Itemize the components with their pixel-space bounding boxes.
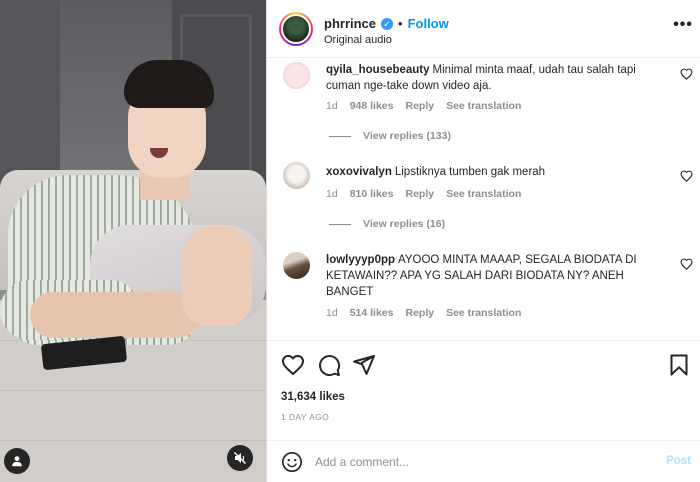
commenter-avatar[interactable]: [283, 62, 310, 89]
commenter-username[interactable]: qyila_housebeauty: [326, 64, 430, 76]
post-header: phrrince ✓ • Follow Original audio •••: [267, 0, 700, 58]
comment-body: xoxovivalyn Lipstiknya tumben gak merah: [326, 164, 658, 180]
person-forearm: [30, 292, 200, 338]
follow-button[interactable]: Follow: [408, 16, 449, 31]
post-actions: 31,634 likes 1 DAY AGO: [267, 340, 700, 432]
commenter-username[interactable]: lowlyyyp0pp: [326, 254, 395, 266]
reply-button[interactable]: Reply: [405, 307, 434, 319]
comment-likes-count[interactable]: 810 likes: [350, 188, 394, 200]
view-replies-button[interactable]: View replies (16): [329, 218, 445, 230]
post-comment-button[interactable]: Post: [666, 455, 691, 467]
author-username[interactable]: phrrince: [324, 16, 376, 31]
comment-time[interactable]: 1d: [326, 307, 338, 319]
more-options-icon[interactable]: •••: [673, 16, 693, 34]
comment-meta: 1d 514 likes Reply See translation: [326, 307, 521, 319]
comment-like-heart-icon[interactable]: [680, 170, 693, 182]
speaker-muted-icon: [234, 452, 246, 464]
comment-text: Lipstiknya tumben gak merah: [394, 166, 546, 178]
comment-meta: 1d 948 likes Reply See translation: [326, 100, 521, 112]
post-detail-panel: phrrince ✓ • Follow Original audio ••• q…: [266, 0, 700, 482]
comment-body: lowlyyyp0pp AYOOO MINTA MAAAP, SEGALA BIO…: [326, 252, 658, 300]
replies-divider-line: [329, 135, 351, 137]
person-hair: [124, 60, 214, 108]
post-timestamp[interactable]: 1 DAY AGO: [281, 412, 329, 422]
comment-likes-count[interactable]: 514 likes: [350, 307, 394, 319]
audio-link[interactable]: Original audio: [324, 34, 392, 46]
comment-composer: Post: [267, 440, 700, 482]
share-paper-plane-icon[interactable]: [352, 353, 376, 377]
commenter-username[interactable]: xoxovivalyn: [326, 166, 392, 178]
mute-toggle-button[interactable]: [227, 445, 253, 471]
see-translation-link[interactable]: See translation: [446, 100, 521, 112]
save-bookmark-icon[interactable]: [667, 353, 691, 377]
comments-list[interactable]: qyila_housebeauty Minimal minta maaf, uda…: [267, 58, 700, 340]
comment-item: qyila_housebeauty Minimal minta maaf, uda…: [267, 58, 700, 150]
view-replies-label: View replies (16): [363, 218, 446, 230]
author-avatar[interactable]: [279, 12, 313, 46]
view-replies-button[interactable]: View replies (133): [329, 130, 451, 142]
post-video[interactable]: [0, 0, 266, 482]
tagged-users-button[interactable]: [4, 448, 30, 474]
author-line: phrrince ✓ • Follow: [324, 16, 449, 31]
comment-time[interactable]: 1d: [326, 100, 338, 112]
comment-likes-count[interactable]: 948 likes: [350, 100, 394, 112]
see-translation-link[interactable]: See translation: [446, 188, 521, 200]
user-icon: [12, 456, 22, 467]
verified-badge-icon: ✓: [381, 17, 394, 30]
add-comment-input[interactable]: [315, 451, 635, 473]
comment-like-heart-icon[interactable]: [680, 68, 693, 80]
comment-bubble-icon[interactable]: [317, 353, 341, 377]
comment-item: lowlyyyp0pp AYOOO MINTA MAAAP, SEGALA BIO…: [267, 248, 700, 328]
separator-dot: •: [398, 16, 403, 31]
reply-button[interactable]: Reply: [405, 100, 434, 112]
reply-button[interactable]: Reply: [405, 188, 434, 200]
emoji-picker-icon[interactable]: [281, 451, 303, 473]
comment-like-heart-icon[interactable]: [680, 258, 693, 270]
comment-time[interactable]: 1d: [326, 188, 338, 200]
commenter-avatar[interactable]: [283, 252, 310, 279]
post-likes-count[interactable]: 31,634 likes: [281, 391, 345, 403]
replies-divider-line: [329, 223, 351, 225]
like-heart-icon[interactable]: [281, 353, 305, 377]
view-replies-label: View replies (133): [363, 130, 451, 142]
comment-meta: 1d 810 likes Reply See translation: [326, 188, 521, 200]
comment-body: qyila_housebeauty Minimal minta maaf, uda…: [326, 62, 658, 94]
comment-item: xoxovivalyn Lipstiknya tumben gak merah 1…: [267, 158, 700, 238]
see-translation-link[interactable]: See translation: [446, 307, 521, 319]
commenter-avatar[interactable]: [283, 162, 310, 189]
person-hand: [182, 226, 252, 326]
